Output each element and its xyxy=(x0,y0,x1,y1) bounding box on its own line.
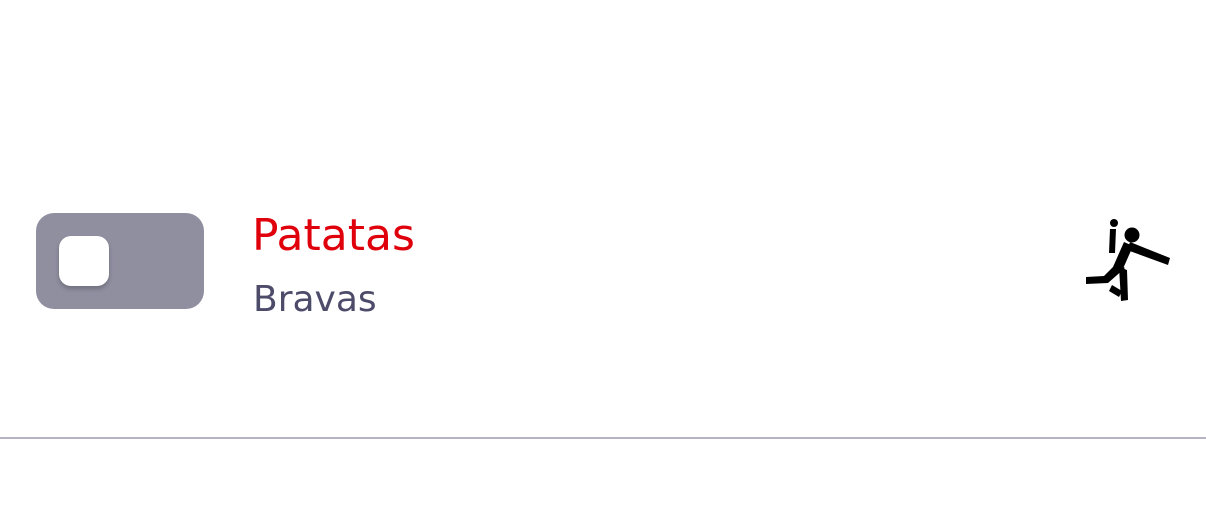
toggle-knob xyxy=(59,236,109,286)
list-row: Patatas Bravas xyxy=(0,0,1206,522)
item-title: Patatas xyxy=(252,210,415,261)
item-subtitle: Bravas xyxy=(253,279,377,320)
toggle-switch[interactable] xyxy=(36,213,204,309)
row-divider xyxy=(0,437,1206,439)
handball-player-icon xyxy=(1086,219,1170,301)
